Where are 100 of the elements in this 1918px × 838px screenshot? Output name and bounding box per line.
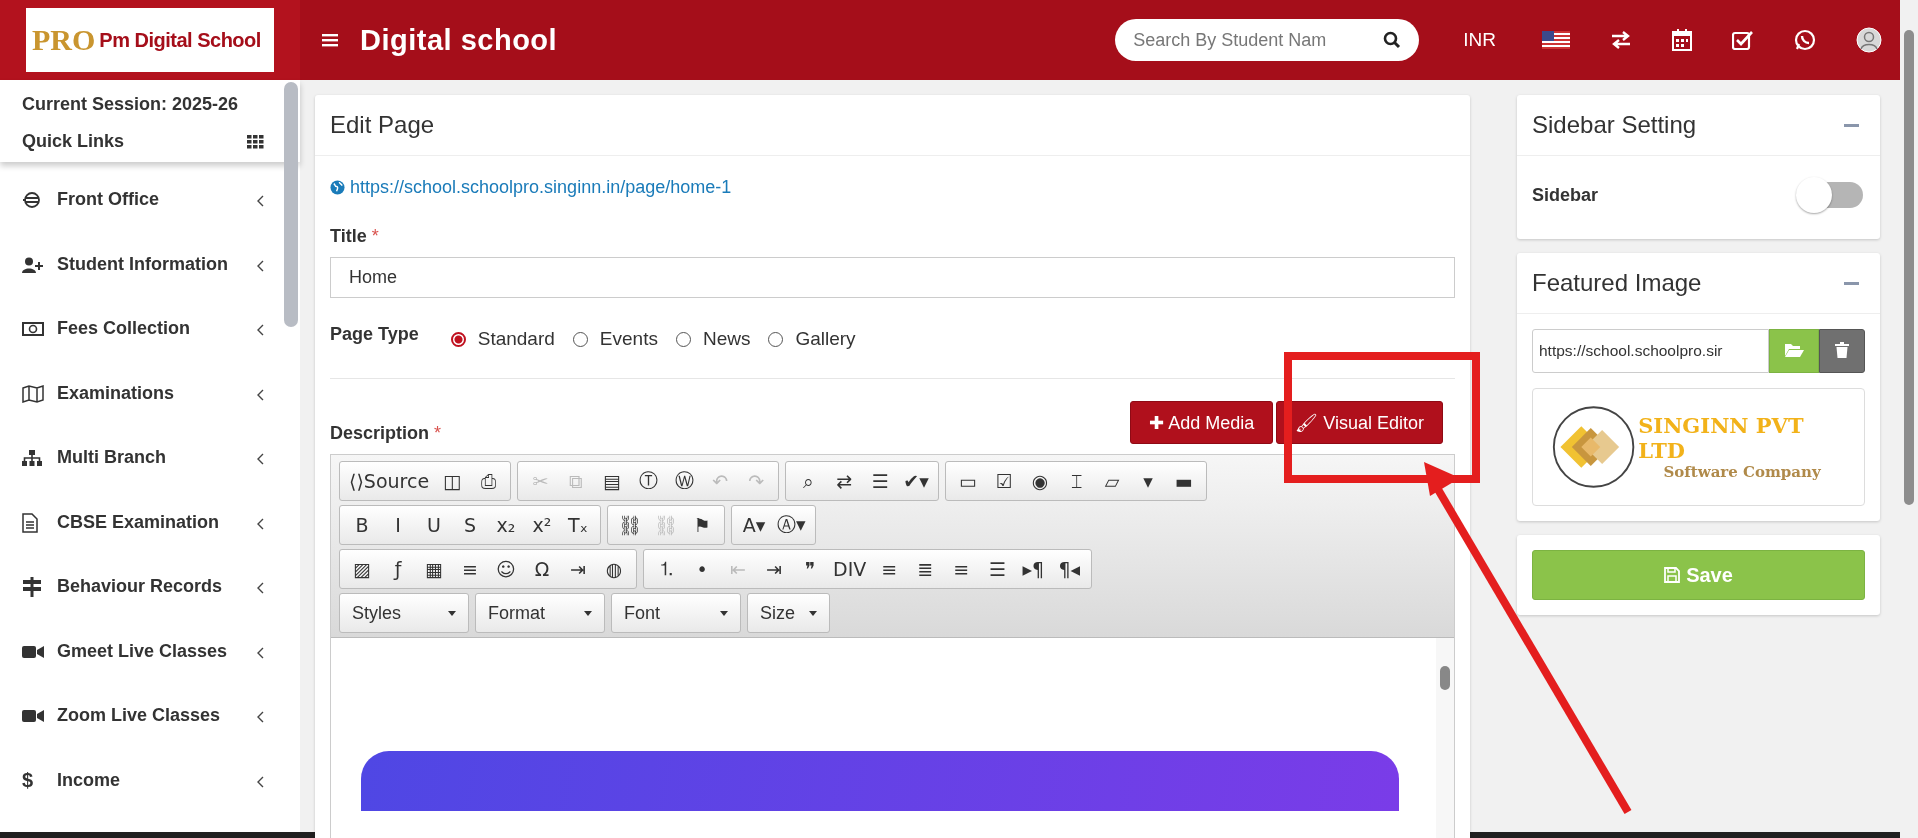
toolbar-dropdown[interactable]: Font: [611, 593, 741, 633]
search-icon[interactable]: [1383, 31, 1402, 49]
editor-button[interactable]: ✚ Add Media: [1130, 401, 1274, 444]
toolbar-button[interactable]: Ⓦ: [666, 464, 703, 498]
school-logo[interactable]: PRO Pm Digital School: [26, 8, 274, 72]
page-link[interactable]: https://school.schoolpro.singinn.in/page/home-1: [330, 177, 1455, 198]
sitemap-icon: [22, 450, 42, 466]
toolbar-button[interactable]: Ω: [524, 552, 560, 586]
toolbar-button[interactable]: ▱: [1094, 464, 1131, 498]
delete-button[interactable]: [1819, 329, 1865, 373]
toolbar-button[interactable]: ⇥: [756, 552, 792, 586]
currency-selector[interactable]: INR: [1463, 29, 1496, 51]
toolbar-button[interactable]: A▾: [736, 508, 772, 542]
quick-links-label: Quick Links: [22, 131, 125, 152]
toolbar-button[interactable]: ☰: [862, 464, 899, 498]
toolbar-button[interactable]: ▭: [950, 464, 987, 498]
toolbar-button[interactable]: U: [416, 508, 452, 542]
toolbar-button[interactable]: ⟨⟩Source: [344, 464, 435, 498]
toolbar-button[interactable]: S: [452, 508, 488, 542]
flag-icon[interactable]: [1542, 31, 1570, 49]
toolbar-button[interactable]: ▦: [416, 552, 452, 586]
chevron-left-icon: [256, 388, 264, 401]
toolbar-button[interactable]: ⚑: [684, 508, 720, 542]
toolbar-dropdown[interactable]: Format: [475, 593, 605, 633]
toolbar-button[interactable]: ⇥: [560, 552, 596, 586]
toolbar-button[interactable]: Ⓣ: [630, 464, 667, 498]
toolbar-button[interactable]: ≡: [871, 552, 908, 586]
sidebar-menu-item[interactable]: $ Income: [0, 755, 300, 820]
toolbar-button[interactable]: x²: [524, 508, 560, 542]
logo-label: PRO: [32, 23, 96, 57]
toolbar-dropdown[interactable]: Size: [747, 593, 830, 633]
scrollbar[interactable]: [1436, 638, 1454, 838]
toolbar-button[interactable]: ☰: [979, 552, 1016, 586]
toolbar-button[interactable]: ▤: [594, 464, 631, 498]
toolbar-button[interactable]: ▸¶: [1015, 552, 1052, 586]
page-scrollbar[interactable]: [1900, 0, 1918, 838]
radio-option[interactable]: Standard: [450, 328, 555, 350]
image-url-input[interactable]: https://school.schoolpro.sir: [1532, 329, 1769, 373]
sidebar-menu-item[interactable]: Multi Branch: [0, 433, 300, 498]
toolbar-button[interactable]: x₂: [488, 508, 524, 542]
radio-option[interactable]: Gallery: [768, 328, 856, 350]
toolbar-button[interactable]: DIV: [828, 552, 872, 586]
toolbar-button[interactable]: ⎙: [470, 464, 507, 498]
sidebar-menu-item[interactable]: Fees Collection: [0, 304, 300, 369]
caret-icon: [809, 610, 817, 616]
grid-icon[interactable]: [247, 134, 264, 149]
swap-arrows-icon[interactable]: [1610, 31, 1632, 49]
toolbar-button[interactable]: •: [684, 552, 720, 586]
sidebar-menu-item[interactable]: Examinations: [0, 368, 300, 433]
toolbar-button[interactable]: B: [344, 508, 380, 542]
toolbar-button[interactable]: ⌕: [790, 464, 827, 498]
toolbar-button[interactable]: ◉: [1022, 464, 1059, 498]
menu-icon[interactable]: [322, 33, 338, 47]
toolbar-button[interactable]: ≡: [452, 552, 488, 586]
title-input[interactable]: Home: [330, 257, 1455, 298]
radio-option[interactable]: News: [675, 328, 751, 350]
toolbar-button[interactable]: ◫: [434, 464, 471, 498]
calendar-icon[interactable]: [1672, 29, 1692, 51]
whatsapp-icon[interactable]: [1794, 29, 1816, 51]
radio-button[interactable]: [768, 331, 784, 347]
toolbar-button[interactable]: ☺: [488, 552, 524, 586]
toolbar-button[interactable]: ⇄: [826, 464, 863, 498]
toolbar-button[interactable]: ▨: [344, 552, 380, 586]
sidebar-menu-item[interactable]: CBSE Examination: [0, 497, 300, 562]
sidebar-menu-item[interactable]: Gmeet Live Classes: [0, 626, 300, 691]
sidebar-menu-item[interactable]: Student Information: [0, 239, 300, 304]
toolbar-button[interactable]: ⛓: [612, 508, 648, 542]
toolbar-button[interactable]: I: [380, 508, 416, 542]
toolbar-dropdown[interactable]: Styles: [339, 593, 469, 633]
toggle-switch[interactable]: [1795, 176, 1865, 214]
toolbar-button[interactable]: ❞: [792, 552, 828, 586]
checkbox-icon[interactable]: [1732, 30, 1754, 50]
sidebar-menu-item[interactable]: Behaviour Records: [0, 562, 300, 627]
toolbar-button[interactable]: ☑: [986, 464, 1023, 498]
sidebar-menu-item[interactable]: Zoom Live Classes: [0, 691, 300, 756]
toolbar-button[interactable]: ≡: [943, 552, 980, 586]
toolbar-button[interactable]: ⒈: [648, 552, 684, 586]
sidebar-menu-item[interactable]: Front Office: [0, 175, 300, 240]
toolbar-button[interactable]: ▾: [1130, 464, 1167, 498]
avatar-icon[interactable]: [1856, 27, 1882, 53]
company-tagline: Software Company: [1663, 463, 1821, 481]
scrollbar-thumb[interactable]: [284, 82, 298, 327]
toolbar-button[interactable]: ≣: [907, 552, 944, 586]
collapse-icon[interactable]: [1844, 281, 1859, 285]
radio-button[interactable]: [450, 331, 466, 347]
toolbar-button[interactable]: ⌶: [1058, 464, 1095, 498]
toolbar-button[interactable]: ƒ: [380, 552, 416, 586]
toolbar-button[interactable]: ◍: [596, 552, 632, 586]
toolbar-button[interactable]: ✔▾: [898, 464, 935, 498]
radio-option[interactable]: Events: [572, 328, 658, 350]
editor-button[interactable]: 🖌 Visual Editor: [1276, 401, 1443, 444]
search-field[interactable]: Search By Student Nam: [1115, 19, 1420, 61]
toolbar-button[interactable]: ▬: [1166, 464, 1203, 498]
radio-button[interactable]: [675, 331, 691, 347]
collapse-icon[interactable]: [1844, 123, 1859, 127]
toolbar-button[interactable]: Ⓐ▾: [772, 508, 811, 542]
radio-button[interactable]: [572, 331, 588, 347]
toolbar-button[interactable]: ¶◂: [1051, 552, 1088, 586]
toolbar-button[interactable]: Tₓ: [560, 508, 596, 542]
chevron-left-icon: [256, 646, 264, 659]
